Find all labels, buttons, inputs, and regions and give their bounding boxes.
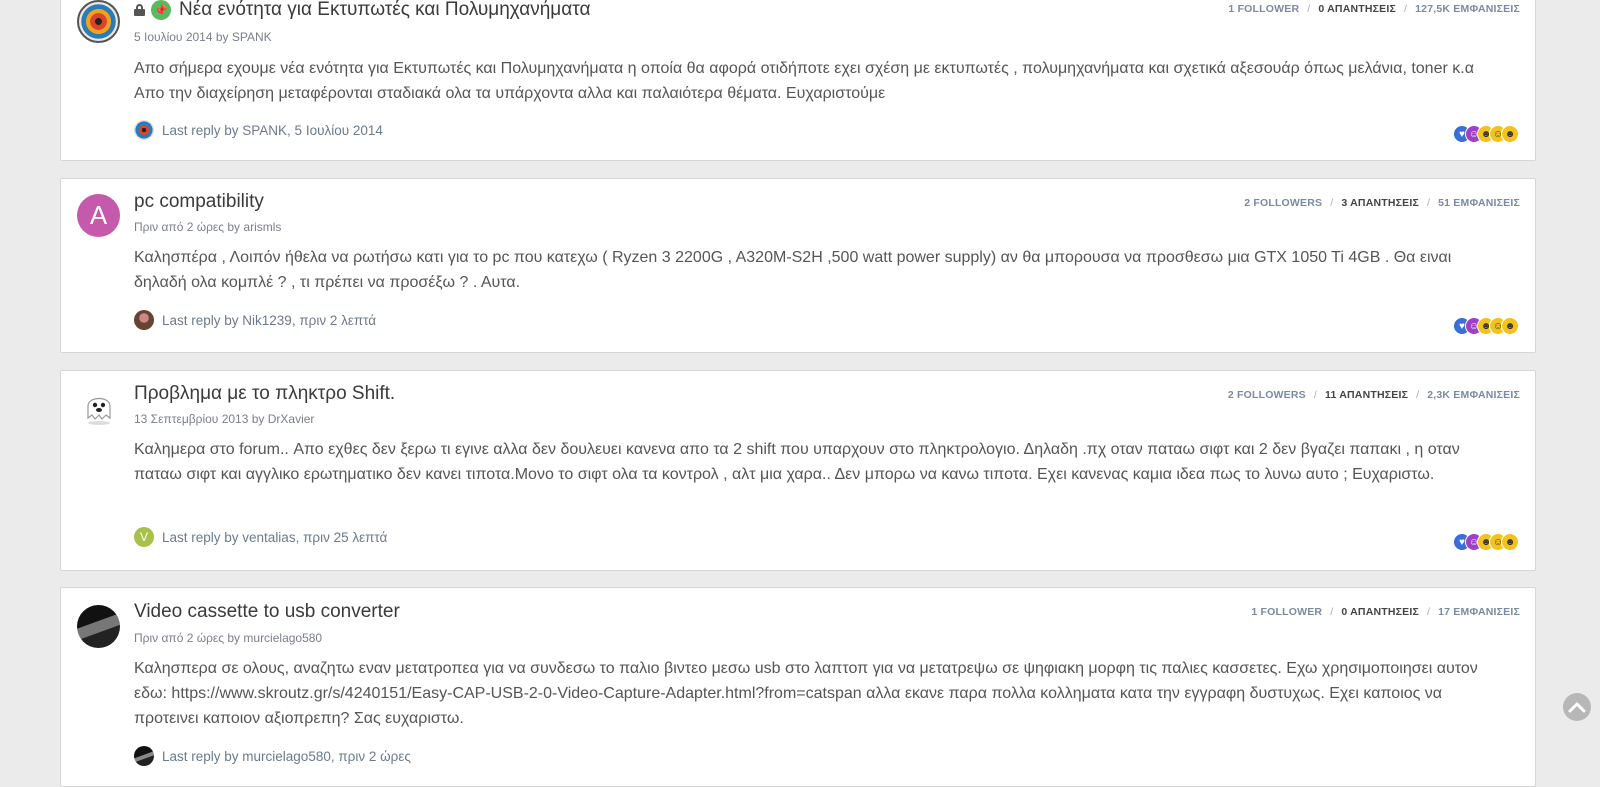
lol-icon: ☻ — [1501, 533, 1519, 551]
topic-stats: 1 FOLLOWER / 0 ΑΠΑΝΤΗΣΕΙΣ / 17 ΕΜΦΑΝΙΣΕΙ… — [1251, 606, 1520, 618]
author-avatar[interactable] — [77, 385, 120, 428]
topic-card: Video cassette to usb converter Πριν από… — [60, 587, 1536, 787]
reactions[interactable]: ♥ ☺ ☻ ☺ ☻ — [1453, 317, 1519, 335]
separator: / — [1313, 389, 1317, 401]
topic-stats: 1 FOLLOWER / 0 ΑΠΑΝΤΗΣΕΙΣ / 127,5K ΕΜΦΑΝ… — [1228, 3, 1520, 15]
views-count: 127,5K ΕΜΦΑΝΙΣΕΙΣ — [1415, 3, 1520, 15]
views-count: 51 ΕΜΦΑΝΙΣΕΙΣ — [1438, 197, 1520, 209]
last-reply: V Last reply by ventalias, πριν 25 λεπτά — [134, 527, 387, 547]
topic-excerpt[interactable]: Απο σήμερα εχουμε νέα ενότητα για Εκτυπω… — [134, 56, 1504, 106]
reactions[interactable]: ♥ ☺ ☻ ☺ ☻ — [1453, 533, 1519, 551]
topic-title[interactable]: Video cassette to usb converter — [134, 601, 400, 623]
topic-excerpt[interactable]: Καλησπερα σε ολους, αναζητω εναν μετατρο… — [134, 656, 1504, 731]
last-reply-avatar[interactable]: V — [134, 527, 154, 547]
separator: / — [1416, 389, 1420, 401]
followers-count[interactable]: 1 FOLLOWER — [1228, 3, 1299, 15]
separator: / — [1330, 197, 1334, 209]
replies-count: 0 ΑΠΑΝΤΗΣΕΙΣ — [1318, 3, 1396, 15]
replies-count: 11 ΑΠΑΝΤΗΣΕΙΣ — [1325, 389, 1409, 401]
views-count: 2,3K ΕΜΦΑΝΙΣΕΙΣ — [1427, 389, 1520, 401]
author-avatar[interactable]: A — [77, 194, 120, 237]
chevron-up-icon — [1568, 702, 1586, 713]
topic-meta: Πριν από 2 ώρες by arismls — [134, 220, 282, 234]
separator: / — [1426, 197, 1431, 209]
replies-count: 0 ΑΠΑΝΤΗΣΕΙΣ — [1341, 606, 1419, 618]
last-reply-text[interactable]: Last reply by Nik1239, πριν 2 λεπτά — [162, 313, 376, 328]
topic-stats: 2 FOLLOWERS / 11 ΑΠΑΝΤΗΣΕΙΣ / 2,3K ΕΜΦΑΝ… — [1228, 389, 1520, 401]
topic-excerpt[interactable]: Καλημερα στο forum.. Απο εχθες δεν ξερω … — [134, 437, 1504, 487]
followers-count[interactable]: 1 FOLLOWER — [1251, 606, 1322, 618]
topic-card: Προβλημα με το πληκτρο Shift. 13 Σεπτεμβ… — [60, 370, 1536, 571]
author-avatar[interactable] — [77, 0, 120, 43]
separator: / — [1307, 3, 1311, 15]
last-reply-avatar[interactable] — [134, 746, 154, 766]
last-reply-avatar[interactable] — [134, 120, 154, 140]
topic-card: A pc compatibility Πριν από 2 ώρες by ar… — [60, 178, 1536, 353]
separator: / — [1404, 3, 1408, 15]
reactions[interactable]: ♥ ☺ ☻ ☺ ☻ — [1453, 125, 1519, 143]
topic-title[interactable]: Νέα ενότητα για Εκτυπωτές και Πολυμηχανή… — [179, 0, 590, 21]
separator: / — [1426, 606, 1431, 618]
last-reply-text[interactable]: Last reply by SPANK, 5 Ιουλίου 2014 — [162, 123, 383, 138]
pin-icon: 📌 — [151, 0, 171, 20]
last-reply: Last reply by Nik1239, πριν 2 λεπτά — [134, 310, 376, 330]
topic-title[interactable]: pc compatibility — [134, 191, 264, 213]
followers-count[interactable]: 2 FOLLOWERS — [1244, 197, 1322, 209]
topic-card: 📌 Νέα ενότητα για Εκτυπωτές και Πολυμηχα… — [60, 0, 1536, 161]
last-reply-text[interactable]: Last reply by ventalias, πριν 25 λεπτά — [162, 530, 387, 545]
topic-meta: Πριν από 2 ώρες by murcielago580 — [134, 631, 323, 645]
topic-meta: 5 Ιουλίου 2014 by SPANK — [134, 30, 272, 44]
lol-icon: ☻ — [1501, 125, 1519, 143]
topic-title[interactable]: Προβλημα με το πληκτρο Shift. — [134, 383, 395, 405]
last-reply: Last reply by murcielago580, πριν 2 ώρες — [134, 746, 411, 766]
topic-meta: 13 Σεπτεμβρίου 2013 by DrXavier — [134, 412, 315, 426]
followers-count[interactable]: 2 FOLLOWERS — [1228, 389, 1306, 401]
scroll-to-top-button[interactable] — [1563, 693, 1591, 721]
replies-count: 3 ΑΠΑΝΤΗΣΕΙΣ — [1341, 197, 1419, 209]
lol-icon: ☻ — [1501, 317, 1519, 335]
ghost-icon — [86, 397, 111, 425]
separator: / — [1330, 606, 1334, 618]
author-avatar[interactable] — [77, 605, 120, 648]
topic-stats: 2 FOLLOWERS / 3 ΑΠΑΝΤΗΣΕΙΣ / 51 ΕΜΦΑΝΙΣΕ… — [1244, 197, 1520, 209]
last-reply-avatar[interactable] — [134, 310, 154, 330]
topic-excerpt[interactable]: Καλησπέρα , Λοιπόν ήθελα να ρωτήσω κατι … — [134, 245, 1504, 295]
last-reply: Last reply by SPANK, 5 Ιουλίου 2014 — [134, 120, 383, 140]
last-reply-text[interactable]: Last reply by murcielago580, πριν 2 ώρες — [162, 749, 411, 764]
lock-icon — [134, 4, 145, 16]
views-count: 17 ΕΜΦΑΝΙΣΕΙΣ — [1438, 606, 1520, 618]
